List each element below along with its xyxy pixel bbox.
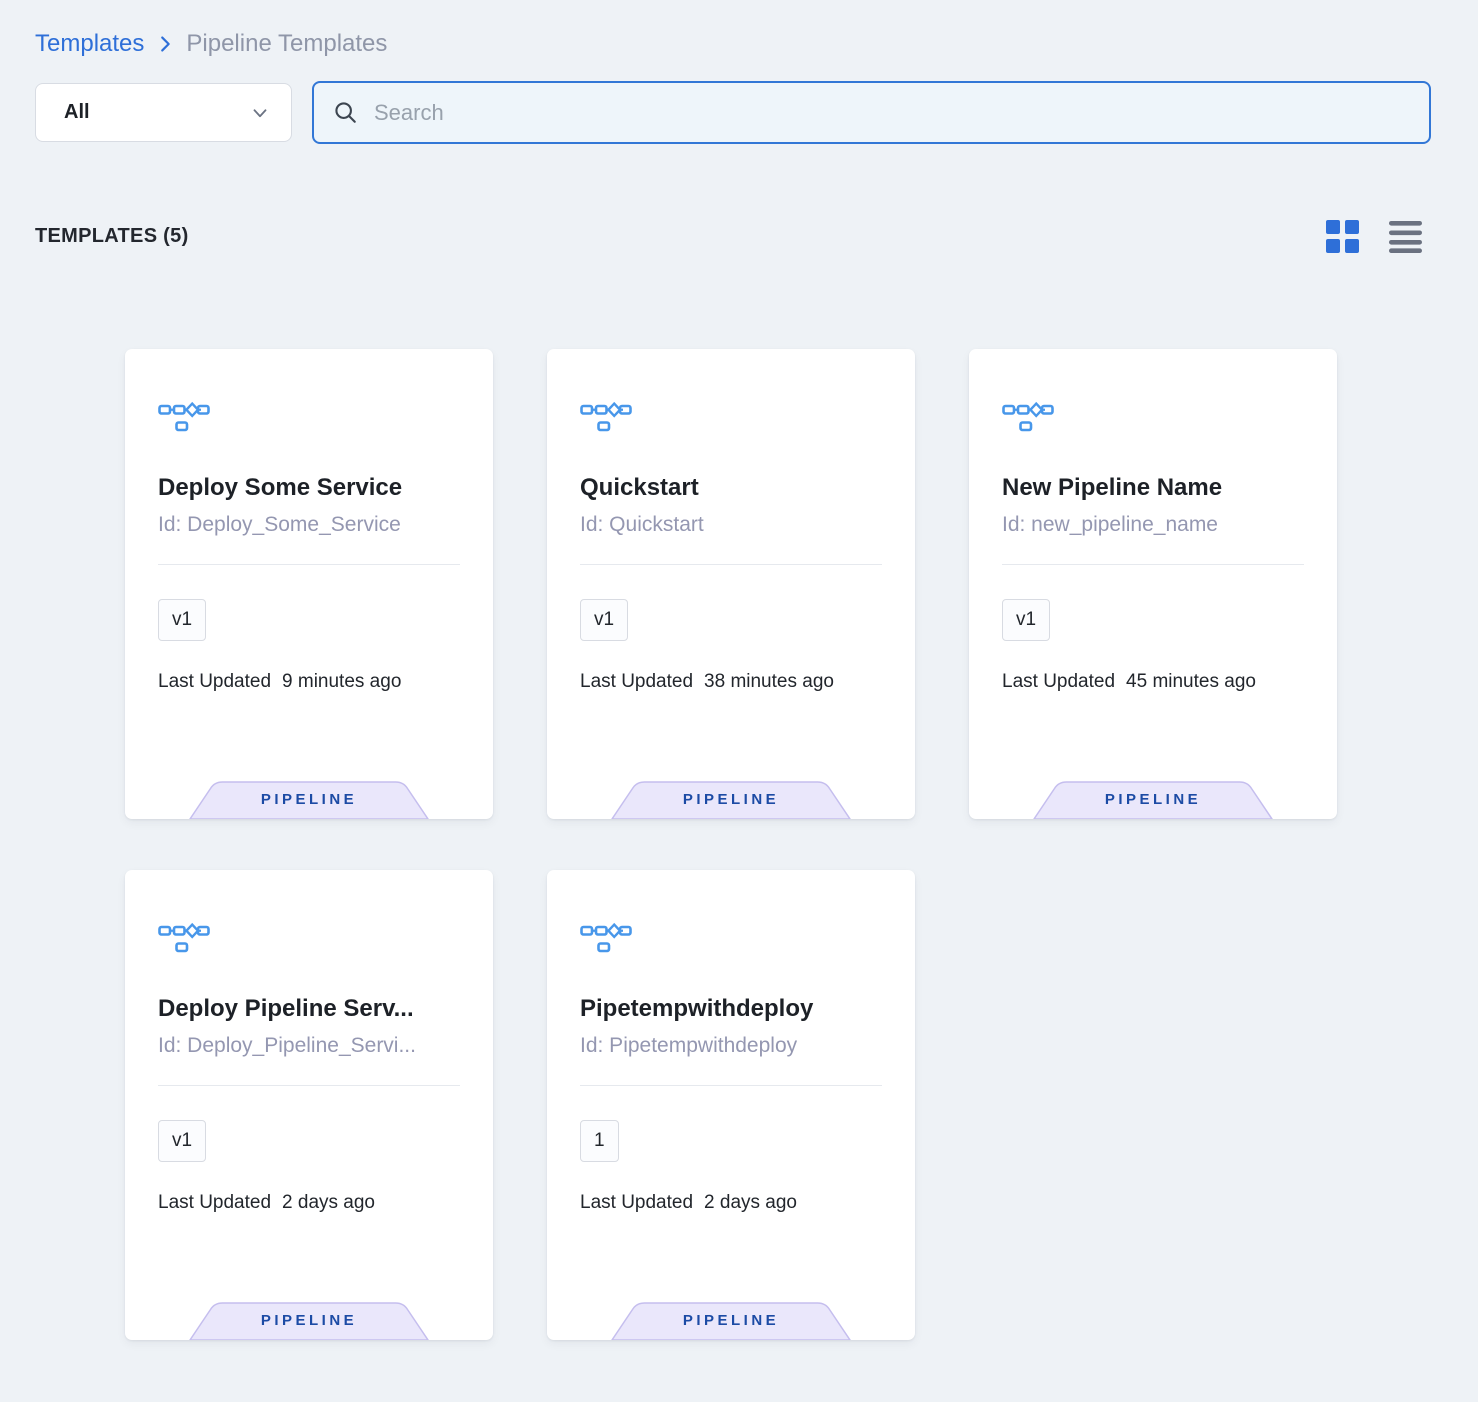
list-view-button[interactable]	[1389, 220, 1422, 253]
list-view-icon	[1389, 220, 1422, 253]
chevron-down-icon	[249, 102, 271, 124]
last-updated-label: Last Updated	[158, 1192, 271, 1214]
pipeline-templates-page: Templates Pipeline Templates All	[0, 0, 1478, 1402]
template-card[interactable]: Deploy Pipeline Serv... Id: Deploy_Pipel…	[125, 870, 493, 1340]
grid-view-button[interactable]	[1326, 220, 1359, 253]
pipeline-nodes-icon	[580, 922, 632, 953]
last-updated-row: Last Updated 9 minutes ago	[158, 671, 460, 693]
version-badge: v1	[1002, 599, 1050, 641]
search-icon	[332, 99, 360, 127]
pipeline-nodes-icon	[580, 401, 632, 432]
template-title: Deploy Some Service	[158, 474, 460, 502]
view-toggles	[1326, 220, 1422, 253]
template-title: New Pipeline Name	[1002, 474, 1304, 502]
pipeline-nodes-icon	[158, 401, 210, 432]
template-card[interactable]: Pipetempwithdeploy Id: Pipetempwithdeplo…	[547, 870, 915, 1340]
version-badge: v1	[158, 599, 206, 641]
last-updated-label: Last Updated	[1002, 671, 1115, 693]
pipeline-type-badge: PIPELINE	[611, 1302, 851, 1340]
grid-view-icon	[1326, 220, 1359, 253]
pipeline-type-label: PIPELINE	[189, 791, 429, 808]
version-badge: 1	[580, 1120, 619, 1162]
template-id: Id: Deploy_Pipeline_Servi...	[158, 1034, 460, 1058]
template-card[interactable]: New Pipeline Name Id: new_pipeline_name …	[969, 349, 1337, 819]
last-updated-label: Last Updated	[580, 671, 693, 693]
search-box	[312, 81, 1431, 144]
last-updated-value: 2 days ago	[704, 1192, 797, 1214]
last-updated-value: 9 minutes ago	[282, 671, 401, 693]
template-id: Id: new_pipeline_name	[1002, 513, 1304, 537]
version-badge: v1	[158, 1120, 206, 1162]
template-card[interactable]: Deploy Some Service Id: Deploy_Some_Serv…	[125, 349, 493, 819]
last-updated-value: 2 days ago	[282, 1192, 375, 1214]
pipeline-type-label: PIPELINE	[611, 1312, 851, 1329]
last-updated-label: Last Updated	[158, 671, 271, 693]
pipeline-nodes-icon	[158, 922, 210, 953]
search-input[interactable]	[374, 100, 1411, 126]
template-title: Quickstart	[580, 474, 882, 502]
scope-dropdown-value: All	[64, 101, 90, 124]
last-updated-row: Last Updated 45 minutes ago	[1002, 671, 1304, 693]
template-id: Id: Pipetempwithdeploy	[580, 1034, 882, 1058]
pipeline-nodes-icon	[1002, 401, 1054, 432]
pipeline-type-label: PIPELINE	[189, 1312, 429, 1329]
section-title: TEMPLATES (5)	[35, 225, 189, 248]
scope-dropdown[interactable]: All	[35, 83, 292, 142]
template-title: Deploy Pipeline Serv...	[158, 995, 460, 1023]
pipeline-type-label: PIPELINE	[1033, 791, 1273, 808]
last-updated-row: Last Updated 2 days ago	[158, 1192, 460, 1214]
pipeline-type-badge: PIPELINE	[1033, 781, 1273, 819]
breadcrumb-current: Pipeline Templates	[186, 30, 387, 58]
pipeline-type-badge: PIPELINE	[189, 781, 429, 819]
template-id: Id: Deploy_Some_Service	[158, 513, 460, 537]
last-updated-row: Last Updated 38 minutes ago	[580, 671, 882, 693]
templates-grid: Deploy Some Service Id: Deploy_Some_Serv…	[125, 349, 1478, 1340]
last-updated-value: 38 minutes ago	[704, 671, 834, 693]
last-updated-value: 45 minutes ago	[1126, 671, 1256, 693]
template-id: Id: Quickstart	[580, 513, 882, 537]
pipeline-type-badge: PIPELINE	[611, 781, 851, 819]
breadcrumb: Templates Pipeline Templates	[35, 30, 1431, 58]
pipeline-type-label: PIPELINE	[611, 791, 851, 808]
template-title: Pipetempwithdeploy	[580, 995, 882, 1023]
version-badge: v1	[580, 599, 628, 641]
last-updated-row: Last Updated 2 days ago	[580, 1192, 882, 1214]
page-header: Templates Pipeline Templates All	[0, 0, 1478, 144]
templates-section-header: TEMPLATES (5)	[0, 220, 1478, 253]
last-updated-label: Last Updated	[580, 1192, 693, 1214]
chevron-right-icon	[154, 33, 176, 55]
filter-row: All	[35, 81, 1431, 144]
pipeline-type-badge: PIPELINE	[189, 1302, 429, 1340]
template-card[interactable]: Quickstart Id: Quickstart v1 Last Update…	[547, 349, 915, 819]
breadcrumb-link-templates[interactable]: Templates	[35, 30, 144, 58]
